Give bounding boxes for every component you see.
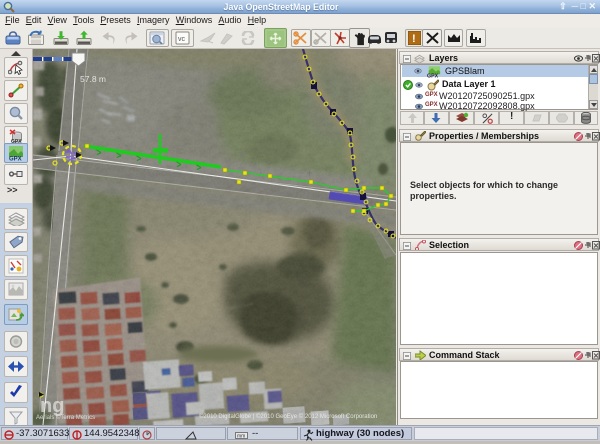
svg-text:GPX: GPX <box>9 157 22 162</box>
svg-text:!: ! <box>412 33 416 45</box>
svg-text:©2010 DigitalGlobe | ©2010 Geo: ©2010 DigitalGlobe | ©2010 GeoEye © 2012… <box>199 413 377 420</box>
svg-text:GPX: GPX <box>427 73 439 78</box>
svg-text:Aerials ©Terra Metrics: Aerials ©Terra Metrics <box>36 414 95 421</box>
svg-text:ng: ng <box>40 395 64 417</box>
svg-text:57.8 m: 57.8 m <box>80 74 106 84</box>
svg-text:mm: mm <box>237 434 245 440</box>
svg-text:vc: vc <box>178 36 186 43</box>
